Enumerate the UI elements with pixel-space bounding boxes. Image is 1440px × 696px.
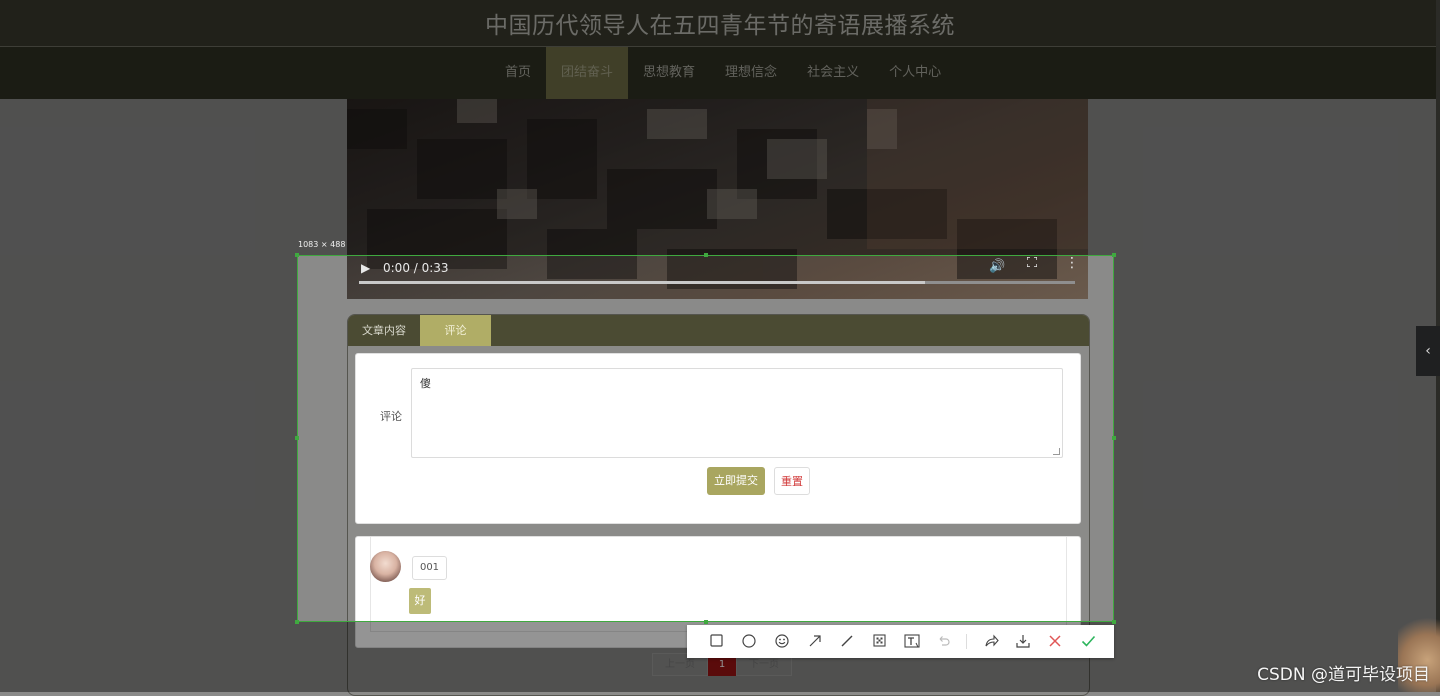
rectangle-tool-icon[interactable] — [704, 625, 728, 658]
selection-size-label: 1083 × 488 — [298, 240, 346, 249]
resize-handle-bl[interactable] — [295, 620, 299, 624]
resize-handle-tr[interactable] — [1112, 253, 1116, 257]
resize-handle-tl[interactable] — [295, 253, 299, 257]
ellipse-tool-icon[interactable] — [737, 625, 761, 658]
text-tool-icon[interactable] — [900, 625, 924, 658]
capture-selection[interactable] — [297, 255, 1114, 622]
undo-icon[interactable] — [932, 625, 956, 658]
side-panel-chevron-left-icon[interactable]: ‹ — [1416, 326, 1440, 376]
confirm-check-icon[interactable] — [1076, 625, 1100, 658]
dim-overlay-right — [1114, 255, 1440, 622]
pen-tool-icon[interactable] — [835, 625, 859, 658]
resize-handle-l[interactable] — [295, 436, 299, 440]
capture-toolbar — [687, 625, 1114, 658]
resize-handle-r[interactable] — [1112, 436, 1116, 440]
resize-handle-br[interactable] — [1112, 620, 1116, 624]
resize-handle-b[interactable] — [704, 620, 708, 624]
watermark: CSDN @道可毕设项目 — [1257, 665, 1430, 685]
mosaic-tool-icon[interactable] — [867, 625, 891, 658]
arrow-tool-icon[interactable] — [803, 625, 827, 658]
close-icon[interactable] — [1043, 625, 1067, 658]
download-icon[interactable] — [1011, 625, 1035, 658]
toolbar-divider — [966, 634, 967, 649]
resize-handle-t[interactable] — [704, 253, 708, 257]
dim-overlay-left — [0, 255, 297, 622]
share-icon[interactable] — [979, 625, 1003, 658]
dim-overlay-top — [0, 0, 1440, 255]
emoji-tool-icon[interactable] — [770, 625, 794, 658]
